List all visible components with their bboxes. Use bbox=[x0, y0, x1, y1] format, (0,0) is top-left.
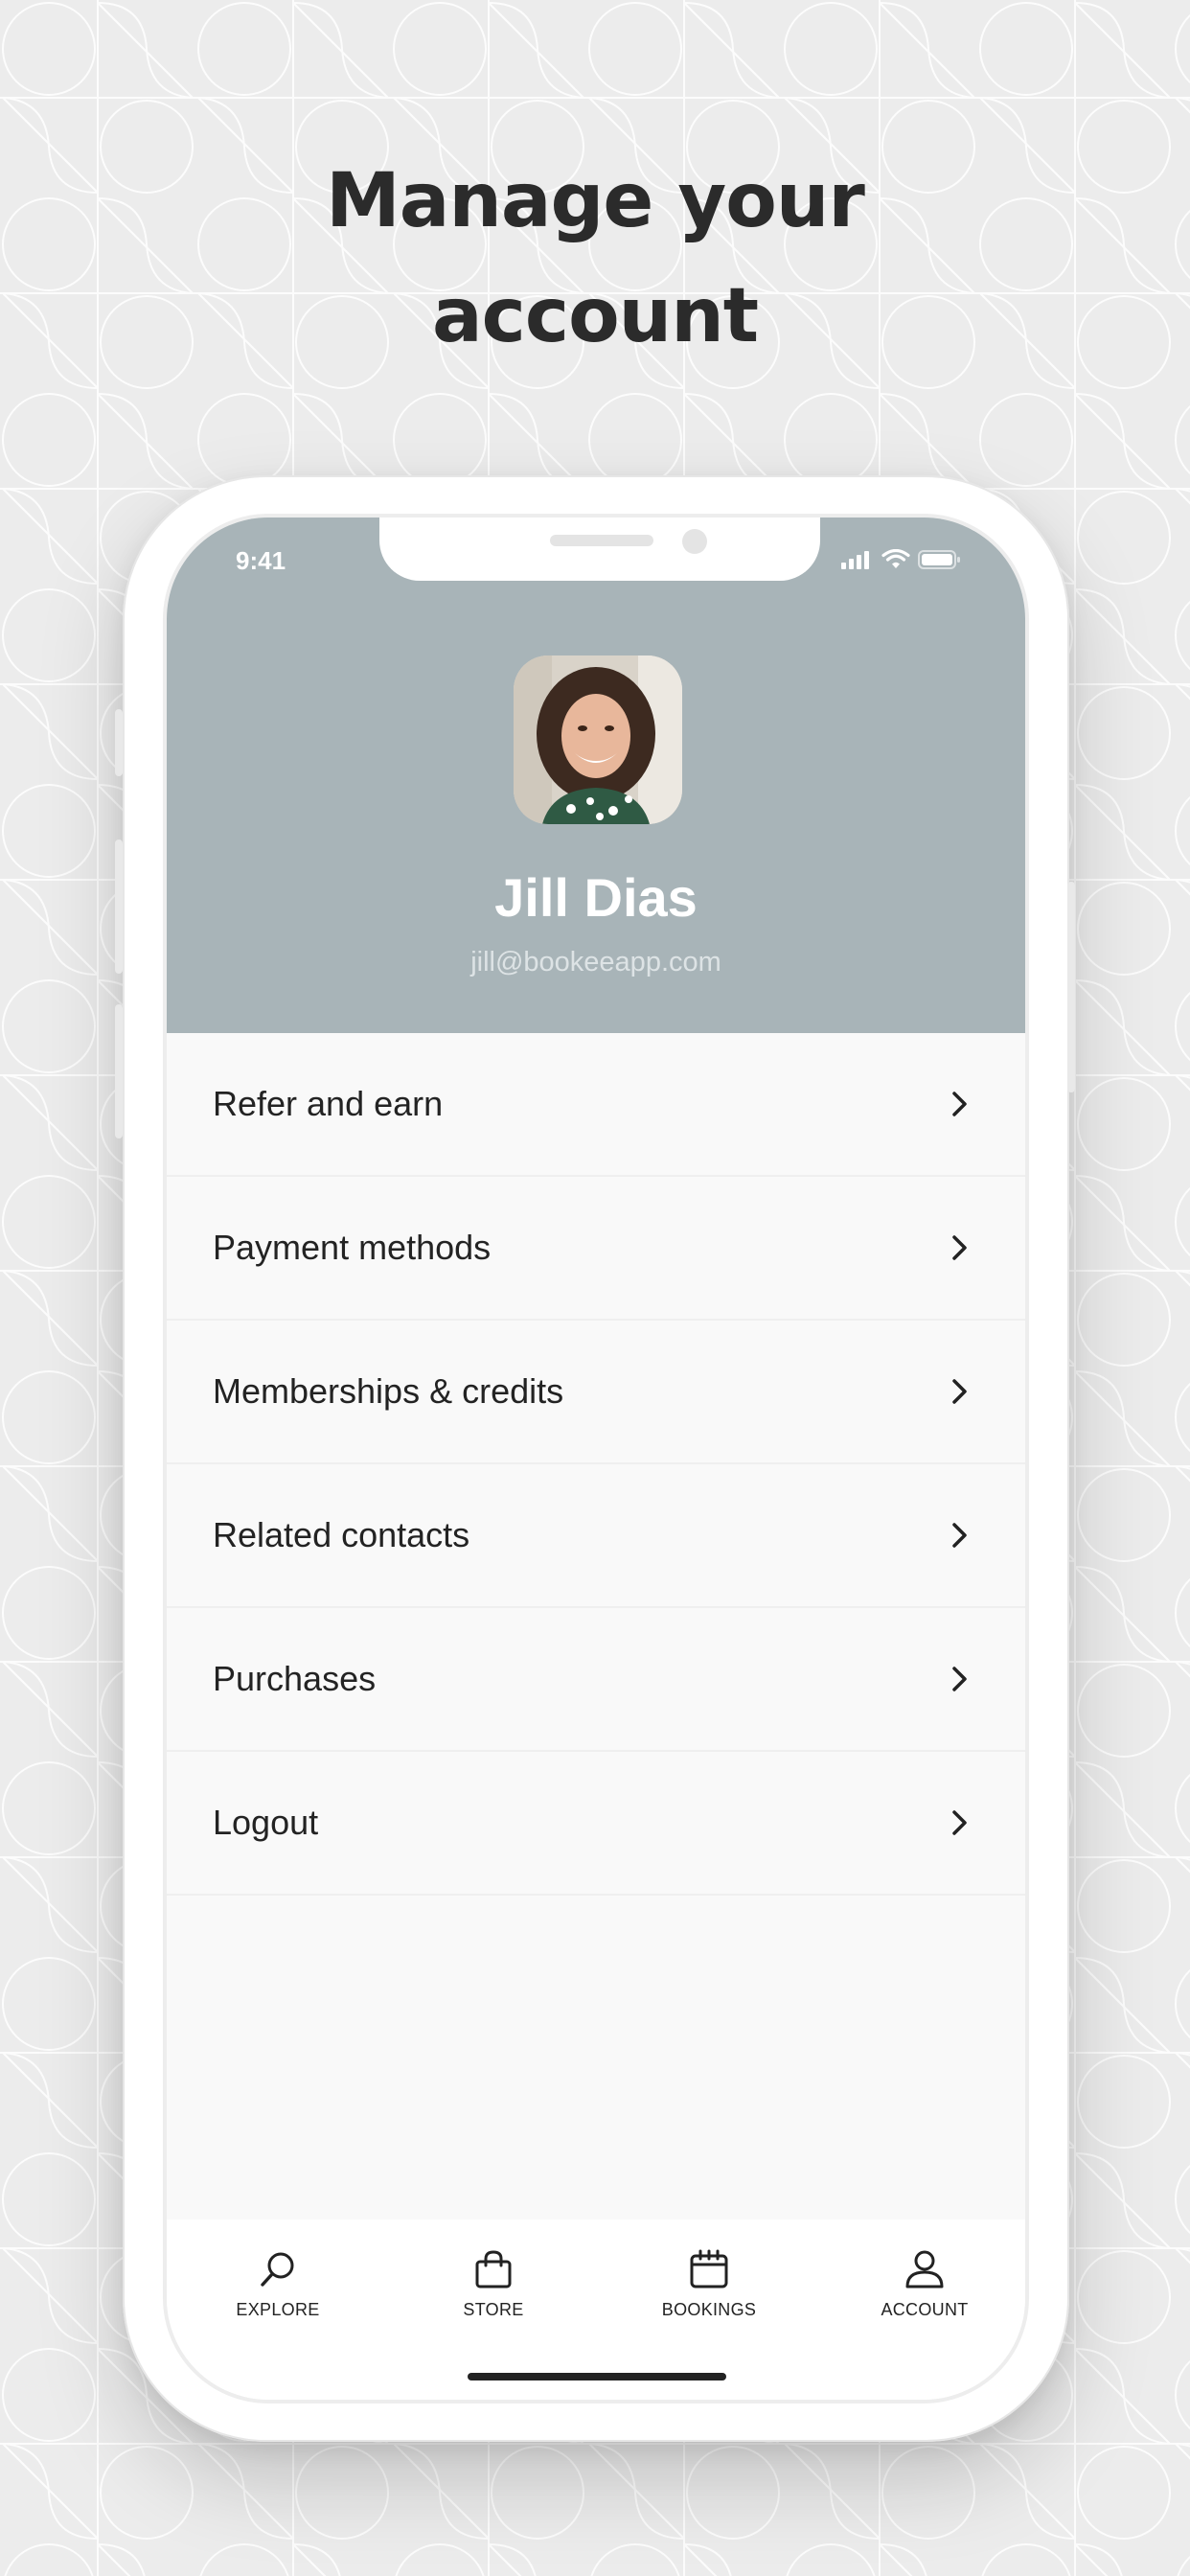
menu-item-label: Payment methods bbox=[213, 1228, 492, 1267]
phone-power-button bbox=[1067, 882, 1075, 1092]
tab-label: ACCOUNT bbox=[881, 2300, 969, 2319]
menu-item-label: Purchases bbox=[213, 1659, 377, 1698]
search-icon bbox=[261, 2252, 294, 2287]
profile-email: jill@bookeeapp.com bbox=[470, 947, 721, 978]
chevron-right-icon bbox=[947, 1378, 973, 1405]
battery-icon bbox=[918, 550, 960, 569]
phone-side-button bbox=[115, 709, 123, 776]
chevron-right-icon bbox=[947, 1522, 973, 1549]
shopping-bag-icon bbox=[475, 2250, 512, 2288]
menu-item-label: Related contacts bbox=[213, 1515, 470, 1554]
tab-label: EXPLORE bbox=[236, 2300, 320, 2319]
chevron-right-icon bbox=[947, 1666, 973, 1692]
phone-notch bbox=[379, 518, 820, 581]
tab-label: STORE bbox=[463, 2300, 524, 2319]
speaker-grille bbox=[550, 535, 653, 546]
chevron-right-icon bbox=[947, 1809, 973, 1836]
page-headline: Manage your account bbox=[0, 144, 1190, 374]
wifi-icon bbox=[881, 549, 910, 568]
menu-item-label: Refer and earn bbox=[213, 1084, 444, 1123]
menu-item-memberships-credits[interactable]: Memberships & credits bbox=[167, 1321, 1025, 1464]
menu-item-label: Logout bbox=[213, 1803, 319, 1842]
menu-item-purchases[interactable]: Purchases bbox=[167, 1608, 1025, 1752]
menu-item-logout[interactable]: Logout bbox=[167, 1752, 1025, 1896]
tab-explore[interactable]: EXPLORE bbox=[192, 2248, 364, 2334]
phone-volume-down bbox=[115, 1004, 123, 1138]
tab-bookings[interactable]: BOOKINGS bbox=[623, 2248, 795, 2334]
avatar-photo-icon bbox=[514, 656, 682, 824]
tab-label: BOOKINGS bbox=[661, 2300, 757, 2319]
user-icon bbox=[905, 2250, 944, 2288]
status-time: 9:41 bbox=[236, 546, 286, 575]
chevron-right-icon bbox=[947, 1234, 973, 1261]
status-icons bbox=[841, 548, 962, 571]
profile-name: Jill Dias bbox=[494, 867, 698, 928]
phone-screen: 9:41 Jill Dias jill@bookeeapp.com Refer … bbox=[163, 514, 1029, 2404]
signal-icon bbox=[841, 551, 869, 569]
profile-header: 9:41 Jill Dias jill@bookeeapp.com bbox=[167, 518, 1025, 1033]
menu-item-refer-and-earn[interactable]: Refer and earn bbox=[167, 1033, 1025, 1177]
chevron-right-icon bbox=[947, 1091, 973, 1117]
avatar[interactable] bbox=[514, 656, 682, 824]
headline-line-2: account bbox=[431, 273, 759, 359]
tab-store[interactable]: STORE bbox=[407, 2248, 580, 2334]
home-indicator[interactable] bbox=[468, 2373, 726, 2380]
account-menu: Refer and earn Payment methods Membershi… bbox=[167, 1033, 1025, 1896]
tab-account[interactable]: ACCOUNT bbox=[838, 2248, 1011, 2334]
menu-item-related-contacts[interactable]: Related contacts bbox=[167, 1464, 1025, 1608]
front-camera bbox=[682, 529, 707, 554]
menu-item-label: Memberships & credits bbox=[213, 1371, 564, 1411]
calendar-icon bbox=[690, 2249, 728, 2288]
headline-line-1: Manage your bbox=[326, 158, 865, 244]
menu-item-payment-methods[interactable]: Payment methods bbox=[167, 1177, 1025, 1321]
phone-volume-up bbox=[115, 840, 123, 974]
